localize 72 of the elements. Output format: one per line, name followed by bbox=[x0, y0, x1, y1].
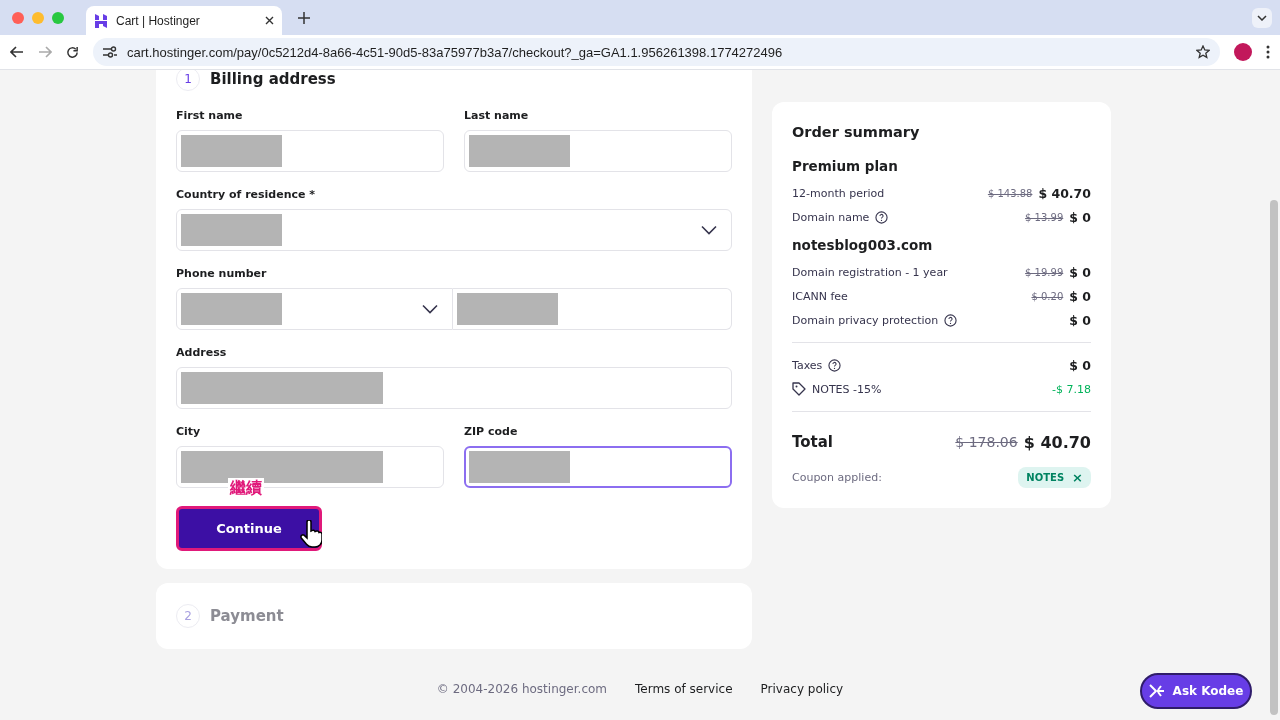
line-item-label: ICANN fee bbox=[792, 289, 848, 303]
back-icon[interactable] bbox=[10, 46, 24, 58]
chevron-down-icon bbox=[701, 225, 717, 235]
total-label: Total bbox=[792, 433, 833, 451]
original-price: $ 178.06 bbox=[955, 434, 1018, 450]
country-code-select[interactable] bbox=[176, 288, 453, 330]
field-label: Address bbox=[176, 345, 228, 361]
discount-label: NOTES -15% bbox=[812, 382, 882, 396]
price: $ 0 bbox=[1069, 209, 1091, 225]
field-label: Phone number bbox=[176, 266, 268, 282]
country-select[interactable] bbox=[176, 209, 732, 251]
close-window-button[interactable] bbox=[12, 11, 24, 24]
help-icon[interactable] bbox=[875, 210, 889, 224]
price: $ 0 bbox=[1069, 288, 1091, 304]
coupon-tag: NOTES × bbox=[1018, 466, 1091, 488]
reload-icon[interactable] bbox=[66, 45, 79, 59]
tag-icon bbox=[792, 382, 806, 396]
help-icon[interactable] bbox=[828, 358, 842, 372]
tab-search-button[interactable] bbox=[1252, 7, 1272, 28]
text-input[interactable] bbox=[464, 446, 732, 488]
footer-link[interactable]: Privacy policy bbox=[760, 682, 844, 696]
field-label: City bbox=[176, 424, 202, 440]
field-label: ZIP code bbox=[464, 424, 519, 440]
price: $ 0 bbox=[1069, 312, 1091, 328]
original-price: $ 13.99 bbox=[1025, 211, 1064, 223]
line-item-label: Taxes bbox=[792, 358, 823, 372]
line-item-label: Domain name bbox=[792, 210, 870, 224]
original-price: $ 143.88 bbox=[987, 187, 1033, 199]
line-item-label: Domain privacy protection bbox=[792, 313, 939, 327]
price: $ 0 bbox=[1069, 357, 1091, 373]
tab-title: Cart | Hostinger bbox=[116, 13, 201, 28]
phone-input[interactable] bbox=[453, 288, 732, 330]
forward-icon[interactable] bbox=[38, 46, 52, 58]
new-tab-icon[interactable] bbox=[298, 11, 310, 24]
chevron-down-icon bbox=[1257, 14, 1267, 21]
profile-avatar[interactable] bbox=[1234, 43, 1252, 61]
price: $ 0 bbox=[1069, 264, 1091, 280]
discount-amount: -$ 7.18 bbox=[1052, 382, 1091, 396]
price: $ 40.70 bbox=[1038, 185, 1091, 201]
field-label: Last name bbox=[464, 108, 530, 124]
summary-title: Order summary bbox=[792, 124, 921, 140]
close-icon[interactable] bbox=[265, 16, 274, 25]
site-logo-icon bbox=[94, 13, 108, 28]
browser-tab[interactable]: Cart | Hostinger bbox=[86, 6, 282, 35]
summary-heading: notesblog003.com bbox=[792, 237, 934, 253]
scrollbar-thumb[interactable] bbox=[1270, 200, 1278, 715]
total-price: $ 40.70 bbox=[1023, 432, 1091, 452]
section-title: Payment bbox=[210, 607, 284, 625]
summary-heading: Premium plan bbox=[792, 158, 899, 174]
field-label: First name bbox=[176, 108, 244, 124]
url-text: cart.hostinger.com/pay/0c5212d4-8a66-4c51-90d5-83a75977b3a7/checkout?_ga=GA1.1.956261398.1774272496 bbox=[127, 44, 784, 60]
continue-button[interactable]: Continue bbox=[176, 506, 322, 551]
original-price: $ 0.20 bbox=[1031, 290, 1064, 302]
star-icon[interactable] bbox=[1196, 45, 1210, 59]
address-bar[interactable]: cart.hostinger.com/pay/0c5212d4-8a66-4c51-90d5-83a75977b3a7/checkout?_ga=GA1.1.956261398.1774272496 bbox=[93, 38, 1220, 66]
hand-cursor-icon bbox=[300, 520, 322, 548]
original-price: $ 19.99 bbox=[1025, 266, 1064, 278]
field-label: Country of residence * bbox=[176, 187, 317, 203]
chevron-down-icon bbox=[422, 304, 438, 314]
coupon-label: Coupon applied: bbox=[792, 470, 882, 484]
menu-icon[interactable] bbox=[1266, 45, 1270, 59]
annotation-label: 繼續 bbox=[228, 478, 264, 498]
sparkle-icon bbox=[1148, 683, 1165, 699]
site-settings-icon[interactable] bbox=[103, 46, 117, 58]
line-item-label: 12-month period bbox=[792, 186, 885, 200]
section-title: Billing address bbox=[210, 70, 336, 88]
copyright-text: © 2004-2026 hostinger.com bbox=[436, 682, 607, 696]
help-icon[interactable] bbox=[944, 313, 958, 327]
footer-link[interactable]: Terms of service bbox=[635, 682, 733, 696]
chat-button[interactable]: Ask Kodee bbox=[1140, 673, 1252, 709]
line-item-label: Domain registration - 1 year bbox=[792, 265, 948, 279]
remove-coupon-button[interactable]: × bbox=[1072, 469, 1083, 485]
